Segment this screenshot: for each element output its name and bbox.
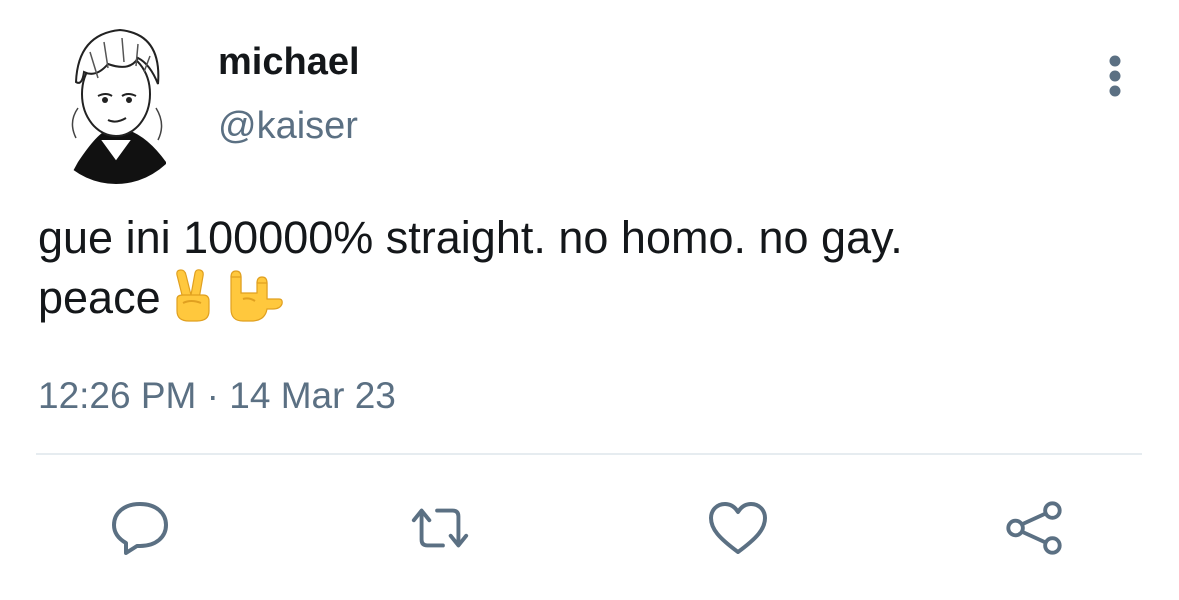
speech-bubble-icon (112, 502, 168, 555)
share-button[interactable] (1002, 496, 1066, 560)
more-options-button[interactable] (1095, 52, 1135, 100)
reply-button[interactable] (108, 496, 172, 560)
like-button[interactable] (706, 496, 770, 560)
heart-icon (709, 502, 767, 554)
user-handle[interactable]: @kaiser (218, 102, 358, 150)
tweet-time: 12:26 PM (38, 375, 197, 416)
display-name[interactable]: michael (218, 38, 360, 86)
divider (36, 453, 1142, 455)
tweet-card: michael @kaiser gue ini 100000% straight… (0, 0, 1179, 600)
avatar[interactable] (38, 12, 194, 184)
victory-hand-emoji (169, 269, 217, 323)
avatar-icon (66, 28, 166, 184)
share-nodes-icon (1006, 501, 1062, 555)
love-you-gesture-emoji (225, 269, 283, 323)
tweet-text: gue ini 100000% straight. no homo. no ga… (38, 208, 1138, 328)
retweet-button[interactable] (408, 496, 472, 560)
tweet-timestamp[interactable]: 12:26 PM · 14 Mar 23 (38, 372, 396, 420)
timestamp-separator: · (206, 375, 219, 416)
more-vertical-icon (1109, 55, 1121, 97)
tweet-date: 14 Mar 23 (229, 375, 396, 416)
retweet-arrows-icon (411, 508, 469, 548)
